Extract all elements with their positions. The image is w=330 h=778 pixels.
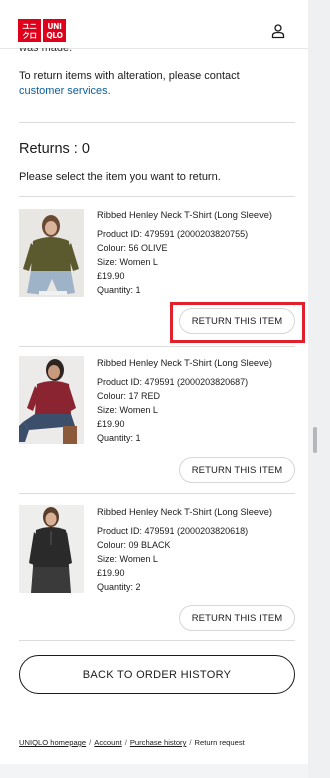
breadcrumb-history-link[interactable]: Purchase history	[130, 738, 187, 747]
item-quantity: Quantity: 2	[97, 582, 141, 592]
footer-strip	[0, 764, 308, 778]
breadcrumb: UNIQLO homepage / Account / Purchase history…	[19, 738, 245, 747]
user-icon[interactable]	[270, 23, 286, 39]
item-details: Ribbed Henley Neck T-Shirt (Long Sleeve)…	[97, 505, 302, 594]
item-quantity: Quantity: 1	[97, 433, 141, 443]
returns-heading: Returns : 0	[19, 141, 90, 157]
item-details: Ribbed Henley Neck T-Shirt (Long Sleeve)…	[97, 208, 302, 297]
returns-instruction: Please select the item you want to retur…	[19, 171, 221, 183]
alteration-note: To return items with alteration, please …	[19, 69, 289, 99]
breadcrumb-account-link[interactable]: Account	[94, 738, 121, 747]
logo-block-latin: UNI QLO	[43, 19, 66, 42]
site-header: ユニ クロ UNI QLO	[0, 0, 308, 49]
item-colour: Colour: 09 BLACK	[97, 540, 171, 550]
product-photo	[19, 209, 84, 297]
return-this-item-button[interactable]: RETURN THIS ITEM	[179, 457, 295, 483]
item-size: Size: Women L	[97, 405, 158, 415]
return-item-2: Ribbed Henley Neck T-Shirt (Long Sleeve)…	[0, 347, 308, 493]
customer-services-link[interactable]: customer services.	[19, 85, 111, 97]
return-item-1: Ribbed Henley Neck T-Shirt (Long Sleeve)…	[0, 197, 308, 347]
item-name: Ribbed Henley Neck T-Shirt (Long Sleeve)	[97, 210, 273, 220]
item-product-id: Product ID: 479591 (2000203820618)	[97, 526, 249, 536]
product-photo	[19, 505, 84, 593]
return-item-3: Ribbed Henley Neck T-Shirt (Long Sleeve)…	[0, 494, 308, 640]
return-this-item-button[interactable]: RETURN THIS ITEM	[179, 308, 295, 334]
back-to-order-history-button[interactable]: BACK TO ORDER HISTORY	[19, 655, 295, 694]
item-product-id: Product ID: 479591 (2000203820755)	[97, 229, 249, 239]
breadcrumb-current: Return request	[194, 738, 245, 747]
item-price: £19.90	[97, 271, 125, 281]
logo-block-katakana: ユニ クロ	[18, 19, 41, 42]
breadcrumb-separator: /	[189, 738, 192, 747]
note-text: To return items with alteration, please …	[19, 70, 240, 82]
divider	[19, 640, 295, 641]
item-quantity: Quantity: 1	[97, 285, 141, 295]
divider	[19, 122, 295, 123]
uniqlo-logo[interactable]: ユニ クロ UNI QLO	[18, 19, 66, 42]
item-colour: Colour: 56 OLIVE	[97, 243, 168, 253]
item-name: Ribbed Henley Neck T-Shirt (Long Sleeve)	[97, 507, 273, 517]
item-price: £19.90	[97, 568, 125, 578]
item-size: Size: Women L	[97, 554, 158, 564]
scrollbar-thumb[interactable]	[313, 427, 317, 453]
breadcrumb-home-link[interactable]: UNIQLO homepage	[19, 738, 86, 747]
return-this-item-button[interactable]: RETURN THIS ITEM	[179, 605, 295, 631]
item-price: £19.90	[97, 419, 125, 429]
item-details: Ribbed Henley Neck T-Shirt (Long Sleeve)…	[97, 356, 302, 445]
item-size: Size: Women L	[97, 257, 158, 267]
breadcrumb-separator: /	[124, 738, 127, 747]
item-colour: Colour: 17 RED	[97, 391, 161, 401]
product-photo	[19, 356, 84, 444]
item-name: Ribbed Henley Neck T-Shirt (Long Sleeve)	[97, 358, 273, 368]
page: ユニ クロ UNI QLO was made. To return items …	[0, 0, 308, 778]
breadcrumb-separator: /	[89, 738, 92, 747]
item-product-id: Product ID: 479591 (2000203820687)	[97, 377, 249, 387]
scrollbar-track[interactable]	[308, 0, 330, 778]
